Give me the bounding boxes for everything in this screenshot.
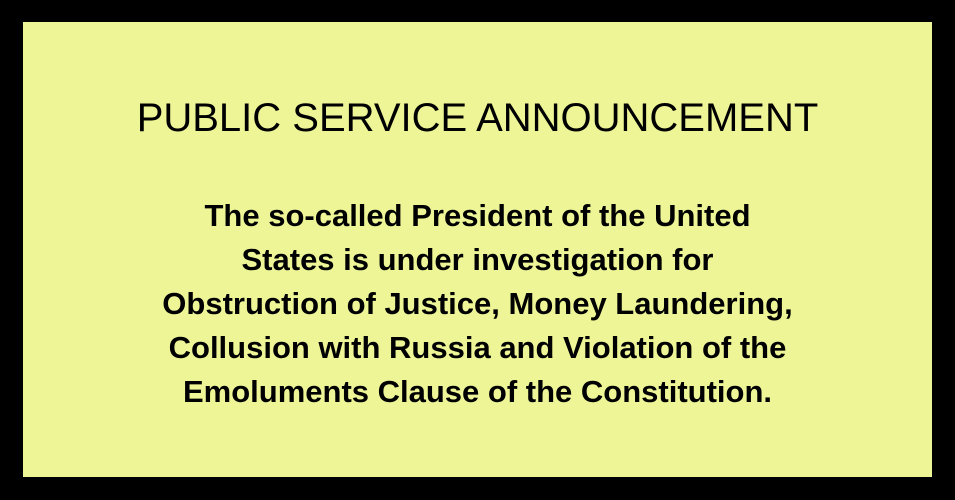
announcement-body: The so-called President of the United St… [23,194,932,414]
announcement-line-4: Collusion with Russia and Violation of t… [168,330,787,365]
announcement-line-5: Emoluments Clause of the Constitution. [182,374,772,409]
announcement-line-2: States is under investigation for [241,242,714,277]
announcement-panel: PUBLIC SERVICE ANNOUNCEMENT The so-calle… [23,22,932,477]
announcement-line-1: The so-called President of the United [204,198,751,233]
announcement-line-3: Obstruction of Justice, Money Laundering… [162,286,793,321]
announcement-title: PUBLIC SERVICE ANNOUNCEMENT [136,96,819,140]
